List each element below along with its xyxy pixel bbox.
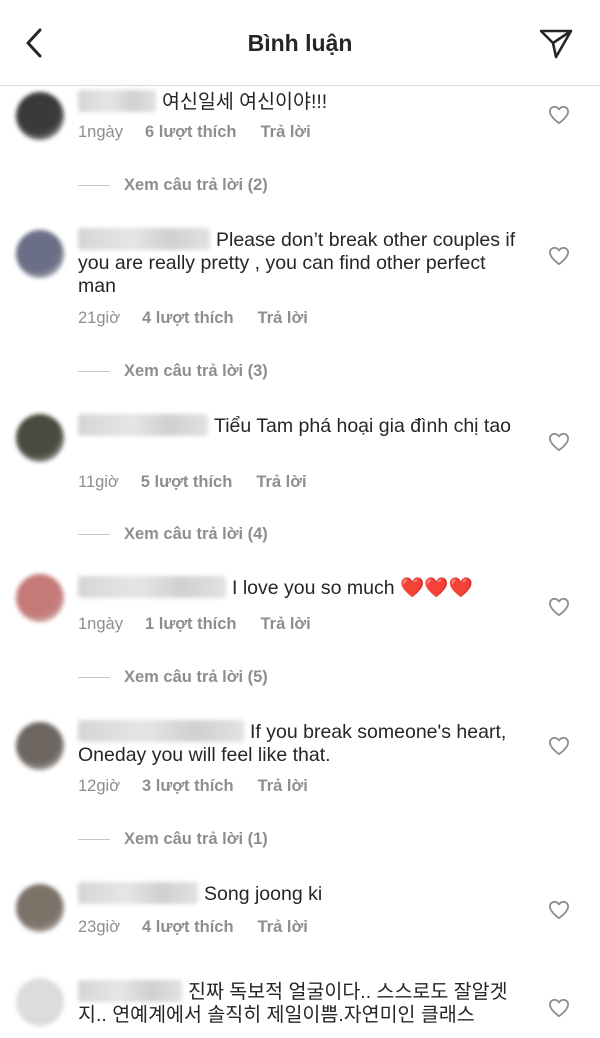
comment-body: Please don’t break other couples if you … — [78, 228, 518, 298]
comment-time: 12giờ — [78, 777, 121, 795]
comment-likes[interactable]: 4 lượt thích — [142, 918, 234, 937]
reply-button[interactable]: Trả lời — [258, 918, 308, 937]
comment-meta: 23giờ 4 lượt thích Trả lời — [78, 918, 308, 937]
username-blurred[interactable] — [78, 980, 182, 1002]
reply-button[interactable]: Trả lời — [260, 123, 310, 142]
comment-item: Song joong ki 23giờ 4 lượt thích Trả lời — [0, 878, 600, 958]
username-blurred[interactable] — [78, 228, 210, 250]
comment-likes[interactable]: 5 lượt thích — [141, 473, 233, 492]
comment-time: 1ngày — [78, 615, 123, 633]
avatar[interactable] — [16, 722, 64, 770]
heart-icon[interactable] — [548, 432, 570, 452]
comment-time: 11giờ — [78, 473, 119, 491]
divider-line — [78, 185, 110, 187]
heart-icon[interactable] — [548, 246, 570, 266]
divider-line — [78, 677, 110, 679]
view-replies-button[interactable]: Xem câu trả lời (2) — [78, 176, 268, 195]
comment-time: 1ngày — [78, 123, 123, 141]
reply-button[interactable]: Trả lời — [258, 309, 308, 328]
view-replies-button[interactable]: Xem câu trả lời (3) — [78, 362, 268, 381]
comment-body: 진짜 독보적 얼굴이다.. 스스로도 잘알겟지.. 연예계에서 솔직히 제일이쁨… — [78, 980, 518, 1027]
username-blurred[interactable] — [78, 882, 198, 904]
avatar[interactable] — [16, 978, 64, 1026]
comment-item: If you break someone's heart, Oneday you… — [0, 714, 600, 854]
comment-meta: 1ngày 1 lượt thích Trả lời — [78, 615, 311, 634]
view-replies-button[interactable]: Xem câu trả lời (4) — [78, 525, 268, 544]
paper-plane-icon[interactable] — [538, 26, 574, 60]
username-blurred[interactable] — [78, 414, 208, 436]
view-replies-button[interactable]: Xem câu trả lời (1) — [78, 830, 268, 849]
heart-icon[interactable] — [548, 105, 570, 125]
avatar[interactable] — [16, 230, 64, 278]
heart-icon[interactable] — [548, 998, 570, 1018]
divider-line — [78, 371, 110, 373]
comment-body: If you break someone's heart, Oneday you… — [78, 720, 518, 767]
comment-meta: 12giờ 3 lượt thích Trả lời — [78, 777, 308, 796]
heart-icon[interactable] — [548, 900, 570, 920]
comment-item: 진짜 독보적 얼굴이다.. 스스로도 잘알겟지.. 연예계에서 솔직히 제일이쁨… — [0, 972, 600, 1038]
username-blurred[interactable] — [78, 90, 156, 112]
view-replies-button[interactable]: Xem câu trả lời (5) — [78, 668, 268, 687]
comment-list[interactable]: 여신일세 여신이야!!! 1ngày 6 lượt thích Trả lời Xe… — [0, 86, 600, 1038]
comment-text: Tiểu Tam phá hoại gia đình chị tao — [214, 415, 512, 437]
comment-meta: 21giờ 4 lượt thích Trả lời — [78, 309, 308, 328]
comment-meta: 1ngày 6 lượt thích Trả lời — [78, 123, 311, 142]
reply-button[interactable]: Trả lời — [258, 777, 308, 796]
comment-meta: 11giờ 5 lượt thích Trả lời — [78, 473, 307, 492]
comment-text: Song joong ki — [204, 883, 323, 905]
avatar[interactable] — [16, 884, 64, 932]
comment-likes[interactable]: 1 lượt thích — [145, 615, 237, 634]
comment-item: Please don’t break other couples if you … — [0, 222, 600, 382]
comment-item: Tiểu Tam phá hoại gia đình chị tao 11giờ… — [0, 408, 600, 548]
comment-text: 여신일세 여신이야!!! — [162, 91, 328, 113]
reply-button[interactable]: Trả lời — [260, 615, 310, 634]
comment-body: I love you so much ❤️❤️❤️ — [78, 576, 518, 600]
page-title: Bình luận — [247, 30, 353, 56]
avatar[interactable] — [16, 92, 64, 140]
comment-likes[interactable]: 6 lượt thích — [145, 123, 237, 142]
comment-time: 21giờ — [78, 309, 121, 327]
comment-body: Tiểu Tam phá hoại gia đình chị tao — [78, 414, 518, 438]
reply-button[interactable]: Trả lời — [256, 473, 306, 492]
username-blurred[interactable] — [78, 720, 244, 742]
avatar[interactable] — [16, 414, 64, 462]
username-blurred[interactable] — [78, 576, 226, 598]
comment-item: I love you so much ❤️❤️❤️ 1ngày 1 lượt th… — [0, 570, 600, 690]
comment-body: 여신일세 여신이야!!! — [78, 90, 518, 114]
divider-line — [78, 839, 110, 841]
header-bar: Bình luận — [0, 0, 600, 86]
comment-likes[interactable]: 4 lượt thích — [142, 309, 234, 328]
heart-icon[interactable] — [548, 736, 570, 756]
comment-body: Song joong ki — [78, 882, 518, 906]
comment-likes[interactable]: 3 lượt thích — [142, 777, 234, 796]
heart-icon[interactable] — [548, 597, 570, 617]
avatar[interactable] — [16, 574, 64, 622]
divider-line — [78, 534, 110, 536]
comment-text: I love you so much ❤️❤️❤️ — [232, 577, 473, 599]
comment-time: 23giờ — [78, 918, 121, 936]
comment-item: 여신일세 여신이야!!! 1ngày 6 lượt thích Trả lời Xe… — [0, 86, 600, 202]
